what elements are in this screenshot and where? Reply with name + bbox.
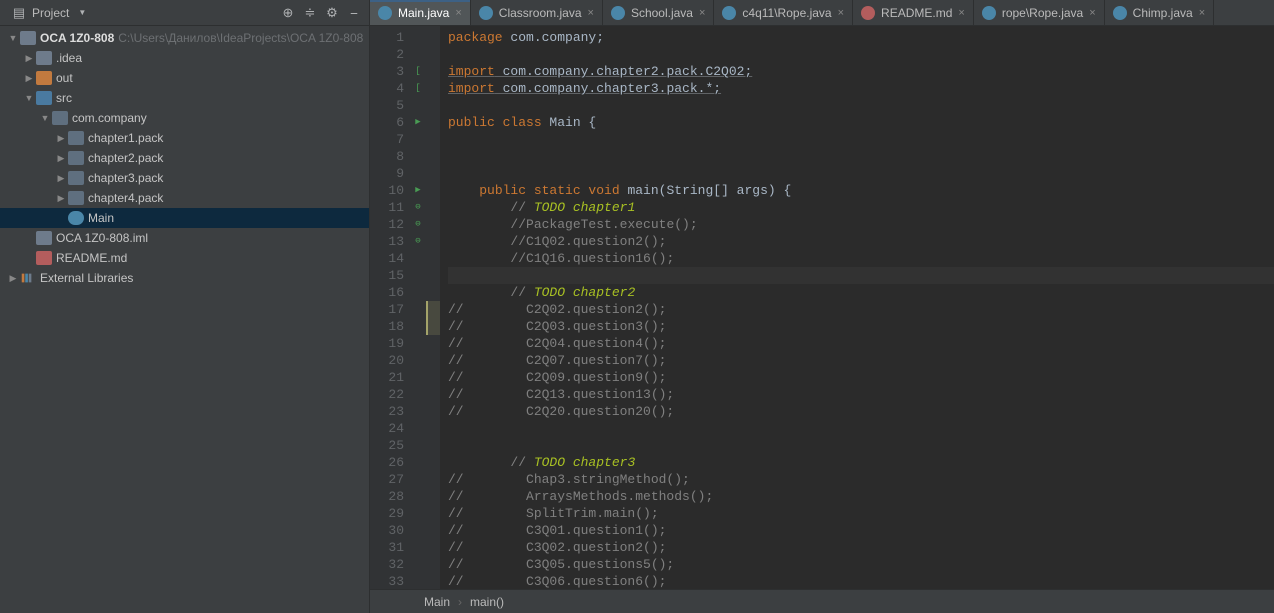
external-libraries[interactable]: External Libraries (0, 268, 369, 288)
editor-body[interactable]: 1234567891011121314151617181920212223242… (370, 26, 1274, 589)
java-file-icon (722, 6, 736, 20)
package-chapter1.pack[interactable]: chapter1.pack (0, 128, 369, 148)
bookmark-strip (426, 26, 440, 589)
breadcrumb-sep: › (458, 595, 462, 609)
root-name: OCA 1Z0-808 (40, 31, 114, 45)
close-tab-icon[interactable]: × (699, 7, 705, 19)
main-class[interactable]: Main (0, 208, 369, 228)
tab-School.java[interactable]: School.java× (603, 0, 714, 25)
close-tab-icon[interactable]: × (455, 7, 461, 19)
scroll-target-icon[interactable]: ⊕ (279, 4, 297, 22)
gutter-marks[interactable]: [[▶▶⊖⊖⊖ (410, 26, 426, 589)
project-icon: ▤ (10, 4, 28, 22)
close-tab-icon[interactable]: × (838, 7, 844, 19)
package-chapter2.pack[interactable]: chapter2.pack (0, 148, 369, 168)
iml-file[interactable]: OCA 1Z0-808.iml (0, 228, 369, 248)
line-numbers[interactable]: 1234567891011121314151617181920212223242… (370, 26, 410, 589)
project-tree[interactable]: OCA 1Z0-808 C:\Users\Данилов\IdeaProjects… (0, 26, 369, 613)
breadcrumb-method[interactable]: main() (470, 595, 504, 609)
breadcrumb-bar: Main › main() (370, 589, 1274, 613)
src-folder[interactable]: src (0, 88, 369, 108)
tool-window-title: Project (28, 6, 69, 20)
editor-area: Main.java×Classroom.java×School.java×c4q… (370, 0, 1274, 613)
breadcrumb-class[interactable]: Main (424, 595, 450, 609)
tab-Classroom.java[interactable]: Classroom.java× (471, 0, 603, 25)
java-file-icon (1113, 6, 1127, 20)
tab-c4q11\Rope.java[interactable]: c4q11\Rope.java× (714, 0, 853, 25)
gear-icon[interactable]: ⚙ (323, 4, 341, 22)
tab-rope\Rope.java[interactable]: rope\Rope.java× (974, 0, 1105, 25)
package-chapter3.pack[interactable]: chapter3.pack (0, 168, 369, 188)
tab-Main.java[interactable]: Main.java× (370, 0, 471, 25)
editor-tabs: Main.java×Classroom.java×School.java×c4q… (370, 0, 1274, 26)
md-file-icon (861, 6, 875, 20)
tab-Chimp.java[interactable]: Chimp.java× (1105, 0, 1214, 25)
dropdown-icon[interactable]: ▼ (73, 4, 91, 22)
collapse-icon[interactable]: ≑ (301, 4, 319, 22)
hide-icon[interactable]: ⎯ (345, 4, 363, 22)
java-file-icon (479, 6, 493, 20)
tab-README.md[interactable]: README.md× (853, 0, 974, 25)
close-tab-icon[interactable]: × (1199, 7, 1205, 19)
close-tab-icon[interactable]: × (1089, 7, 1095, 19)
package-root[interactable]: com.company (0, 108, 369, 128)
project-tool-window: ▤ Project ▼ ⊕ ≑ ⚙ ⎯ OCA 1Z0-808 C:\Users\… (0, 0, 370, 613)
java-file-icon (378, 6, 392, 20)
readme-file[interactable]: README.md (0, 248, 369, 268)
out-folder[interactable]: out (0, 68, 369, 88)
project-root[interactable]: OCA 1Z0-808 C:\Users\Данилов\IdeaProjects… (0, 28, 369, 48)
project-tool-header: ▤ Project ▼ ⊕ ≑ ⚙ ⎯ (0, 0, 369, 26)
code-area[interactable]: package com.company;import com.company.c… (440, 26, 1274, 589)
root-path: C:\Users\Данилов\IdeaProjects\OCA 1Z0-80… (118, 31, 363, 45)
java-file-icon (982, 6, 996, 20)
close-tab-icon[interactable]: × (588, 7, 594, 19)
close-tab-icon[interactable]: × (958, 7, 964, 19)
package-chapter4.pack[interactable]: chapter4.pack (0, 188, 369, 208)
java-file-icon (611, 6, 625, 20)
idea-folder[interactable]: .idea (0, 48, 369, 68)
